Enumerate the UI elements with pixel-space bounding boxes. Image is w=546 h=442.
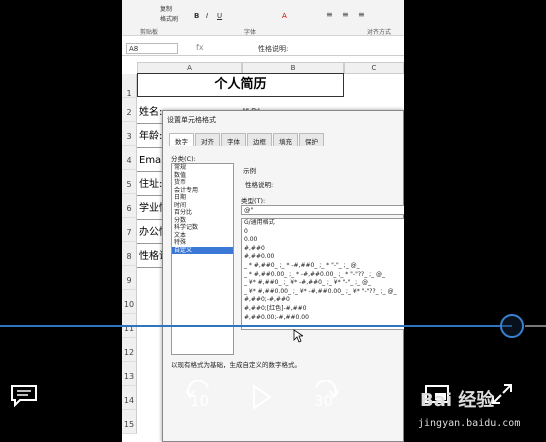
name-box[interactable]: A8 (126, 43, 178, 54)
category-item[interactable]: 分数 (172, 217, 233, 225)
formula-bar: A8 fx 性格说明: (122, 40, 404, 56)
align-left-icon[interactable]: ≡ (326, 10, 333, 19)
format-item[interactable]: 0 (242, 228, 404, 237)
row-header[interactable]: 13 (122, 362, 137, 386)
progress-bar-played[interactable] (0, 325, 512, 327)
format-list[interactable]: G/通用格式 0 0.00 #,##0 #,##0.00 _ * #,##0_ … (241, 218, 404, 330)
format-item[interactable]: _ * #,##0_ ;_ * -#,##0_ ;_ * "-"_ ;_ @_ (242, 262, 404, 271)
row-header[interactable]: 14 (122, 386, 137, 410)
row-header[interactable]: 7 (122, 218, 137, 242)
alignment-group-label: 对齐方式 (367, 29, 392, 36)
row-header[interactable]: 9 (122, 266, 137, 290)
video-frame: 复制 格式刷 剪贴板 B I U A 字体 对齐方式 ≡ ≡ ≡ A8 fx 性… (122, 0, 404, 442)
sample-label: 示例 (243, 167, 256, 175)
align-right-icon[interactable]: ≡ (358, 10, 365, 19)
category-item-selected[interactable]: 自定义 (172, 246, 233, 254)
clipboard-group-label: 剪贴板 (140, 29, 159, 36)
align-center-icon[interactable]: ≡ (342, 10, 349, 19)
format-item[interactable]: 0.00 (242, 236, 404, 245)
tab-font[interactable]: 字体 (221, 133, 246, 146)
row-header[interactable]: 2 (122, 98, 137, 122)
format-item[interactable]: #,##0.00 (242, 253, 404, 262)
row-header[interactable]: 3 (122, 122, 137, 146)
format-item[interactable]: G/通用格式 (242, 219, 404, 228)
progress-scrubber-handle[interactable] (500, 314, 524, 338)
row-header[interactable]: 8 (122, 242, 137, 266)
formula-input[interactable]: 性格说明: (258, 44, 288, 54)
format-item[interactable]: _ * #,##0.00_ ;_ * -#,##0.00_ ;_ * "-"??… (242, 271, 404, 280)
format-item[interactable]: #,##0 (242, 245, 404, 254)
format-item[interactable]: #,##0;-#,##0 (242, 296, 404, 305)
tab-protection[interactable]: 保护 (299, 133, 324, 146)
forward-seconds[interactable]: 30 (314, 392, 333, 410)
format-item[interactable]: _ ¥* #,##0_ ;_ ¥* -#,##0_ ;_ ¥* "-"_ ;_ … (242, 279, 404, 288)
column-header-c[interactable]: C (344, 62, 404, 74)
format-item[interactable]: #,##0;[红色]-#,##0 (242, 305, 404, 314)
watermark-url: jingyan.baidu.com (418, 418, 521, 429)
underline-button[interactable]: U (217, 12, 222, 20)
category-item[interactable]: 数值 (172, 172, 233, 180)
bold-button[interactable]: B (194, 12, 199, 20)
fx-icon[interactable]: fx (196, 43, 204, 52)
tab-border[interactable]: 边框 (247, 133, 272, 146)
row-header[interactable]: 10 (122, 290, 137, 314)
dialog-tabs: 数字 对齐 字体 边框 填充 保护 (169, 133, 325, 146)
category-item[interactable]: 文本 (172, 232, 233, 240)
category-item[interactable]: 货币 (172, 179, 233, 187)
tab-fill[interactable]: 填充 (273, 133, 298, 146)
excel-ribbon: 复制 格式刷 剪贴板 B I U A 字体 对齐方式 ≡ ≡ ≡ (122, 0, 404, 36)
format-painter-button[interactable]: 格式刷 (160, 14, 178, 23)
row-header[interactable]: 6 (122, 194, 137, 218)
sample-value: 性格说明: (245, 181, 274, 189)
type-input[interactable]: @" (241, 205, 404, 215)
category-item[interactable]: 特殊 (172, 239, 233, 247)
category-item[interactable]: 时间 (172, 202, 233, 210)
tab-number[interactable]: 数字 (169, 133, 194, 146)
row-header[interactable]: 1 (122, 74, 137, 98)
tab-alignment[interactable]: 对齐 (195, 133, 220, 146)
type-label: 类型(T): (241, 197, 266, 205)
row-header[interactable]: 12 (122, 338, 137, 362)
rewind-seconds[interactable]: 10 (190, 392, 209, 410)
resume-title-cell[interactable]: 个人简历 (137, 73, 344, 97)
format-description: 以现有格式为基础，生成自定义的数字格式。 (171, 361, 301, 369)
dialog-title: 设置单元格格式 (167, 116, 216, 124)
format-item[interactable]: #,##0.00;-#,##0.00 (242, 314, 404, 323)
subtitles-icon[interactable] (10, 384, 38, 408)
play-icon[interactable] (251, 384, 273, 410)
progress-bar-remaining[interactable] (525, 325, 546, 327)
row-header[interactable]: 4 (122, 146, 137, 170)
font-color-button[interactable]: A (282, 12, 287, 20)
row-header[interactable]: 15 (122, 410, 137, 434)
category-item[interactable]: 百分比 (172, 209, 233, 217)
row-header[interactable]: 5 (122, 170, 137, 194)
category-item[interactable]: 日期 (172, 194, 233, 202)
category-item[interactable]: 科学记数 (172, 224, 233, 232)
font-group-label: 字体 (244, 29, 257, 36)
italic-button[interactable]: I (206, 12, 208, 20)
category-item[interactable]: 会计专用 (172, 187, 233, 195)
mouse-cursor-icon (293, 329, 303, 343)
category-label: 分类(C): (171, 155, 196, 163)
baidu-jingyan-watermark: Bai 经验 (420, 390, 495, 411)
copy-button[interactable]: 复制 (160, 4, 172, 13)
format-item[interactable]: _ ¥* #,##0.00_ ;_ ¥* -#,##0.00_ ;_ ¥* "-… (242, 288, 404, 297)
category-item[interactable]: 常规 (172, 164, 233, 172)
